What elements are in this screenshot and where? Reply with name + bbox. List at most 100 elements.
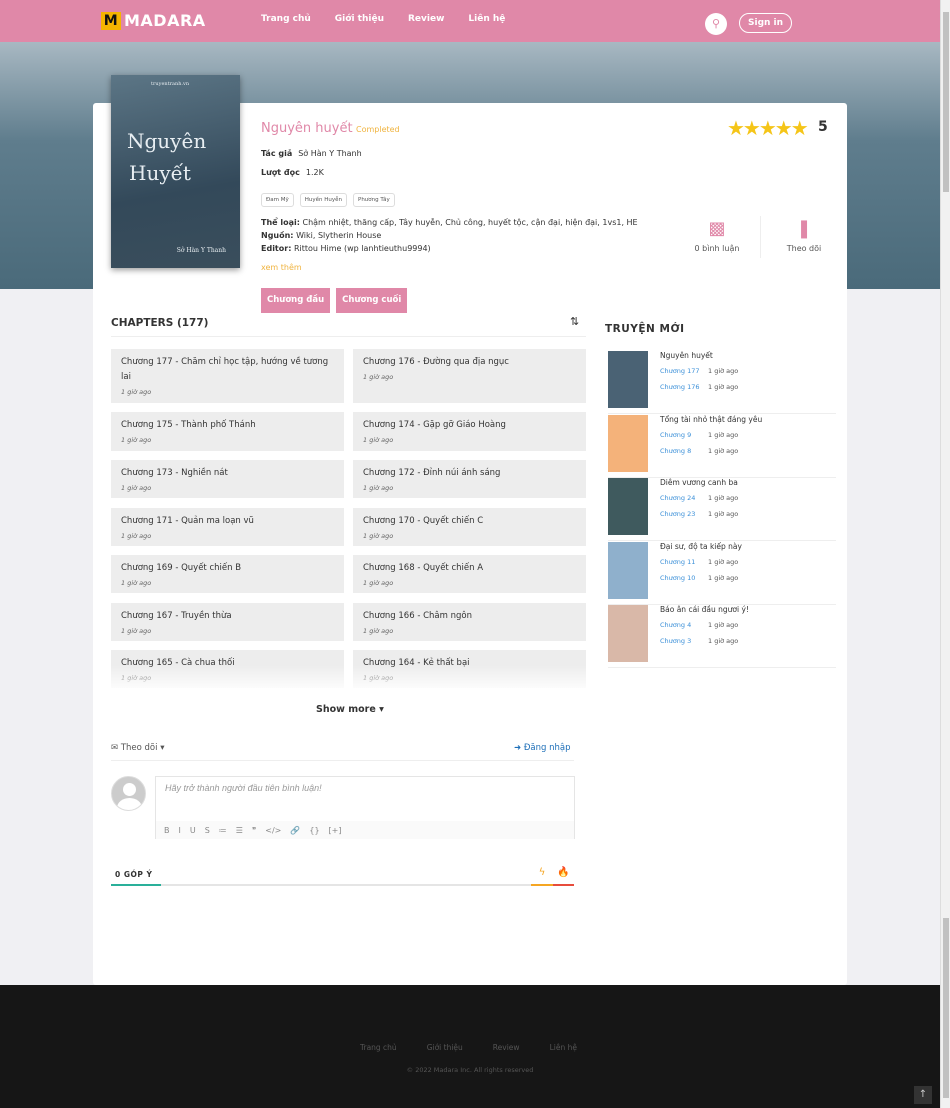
chapter-item[interactable]: Chương 177 - Chăm chỉ học tập, hướng về … <box>111 349 344 403</box>
thumbnail[interactable] <box>608 351 648 408</box>
toolbar-button[interactable]: {} <box>309 826 319 835</box>
back-to-top-button[interactable]: ↑ <box>914 1086 932 1104</box>
toolbar-button[interactable]: S <box>205 826 210 835</box>
chapter-item[interactable]: Chương 173 - Nghiền nát 1 giờ ago <box>111 460 344 498</box>
chapter-name[interactable]: Chương 172 - Đỉnh núi ánh sáng <box>363 466 576 481</box>
sign-in-button[interactable]: Sign in <box>739 13 793 33</box>
chapter-item[interactable]: Chương 174 - Gặp gỡ Giáo Hoàng 1 giờ ago <box>353 412 586 451</box>
chapter-item[interactable]: Chương 172 - Đỉnh núi ánh sáng 1 giờ ago <box>353 460 586 498</box>
toolbar-button[interactable]: U <box>190 826 196 835</box>
follow-button[interactable]: ❚ Theo dõi <box>769 218 839 253</box>
tag[interactable]: Đam Mỹ <box>261 193 294 207</box>
thumbnail[interactable] <box>608 478 648 535</box>
chapter-link[interactable]: Chương 11 <box>660 558 695 566</box>
search-icon[interactable]: ⚲ <box>705 13 727 35</box>
chapter-item[interactable]: Chương 168 - Quyết chiến A 1 giờ ago <box>353 555 586 593</box>
chapter-item[interactable]: Chương 175 - Thành phố Thánh 1 giờ ago <box>111 412 344 451</box>
chapter-name[interactable]: Chương 166 - Châm ngôn <box>363 609 576 624</box>
sidebar-item-title[interactable]: Đại sư, độ ta kiếp này <box>660 542 742 551</box>
chapter-link[interactable]: Chương 9 <box>660 431 691 439</box>
sidebar-item-title[interactable]: Tổng tài nhỏ thật đáng yêu <box>660 415 762 424</box>
chapter-name[interactable]: Chương 168 - Quyết chiến A <box>363 561 576 576</box>
footer-nav-contact[interactable]: Liên hệ <box>550 1043 577 1052</box>
chapter-date: 1 giờ ago <box>363 484 394 492</box>
chapter-name[interactable]: Chương 177 - Chăm chỉ học tập, hướng về … <box>121 355 334 385</box>
chapter-item[interactable]: Chương 167 - Truyền thừa 1 giờ ago <box>111 603 344 641</box>
toolbar-button[interactable]: ❞ <box>252 826 256 835</box>
follow-label: Theo dõi <box>786 244 822 253</box>
chapter-name[interactable]: Chương 173 - Nghiền nát <box>121 466 334 481</box>
chapter-link[interactable]: Chương 176 <box>660 383 699 391</box>
chapter-link[interactable]: Chương 3 <box>660 637 691 645</box>
comment-input[interactable] <box>165 783 555 793</box>
sidebar-item-title[interactable]: Báo ân cái đầu ngươi ý! <box>660 605 749 614</box>
bookmark-icon: ❚ <box>796 218 812 239</box>
first-chapter-button[interactable]: Chương đầu <box>261 288 331 313</box>
tag[interactable]: Phương Tây <box>353 193 395 207</box>
sidebar-item: Báo ân cái đầu ngươi ý! Chương 4 1 giờ ago… <box>608 604 836 668</box>
chapter-link[interactable]: Chương 24 <box>660 494 695 502</box>
scrollbar-thumb[interactable] <box>943 12 949 192</box>
chapter-name[interactable]: Chương 169 - Quyết chiến B <box>121 561 334 576</box>
envelope-icon: ✉ <box>111 743 119 753</box>
chapter-item[interactable]: Chương 176 - Đường qua địa ngục 1 giờ ago <box>353 349 586 403</box>
footer-nav-home[interactable]: Trang chủ <box>360 1043 397 1052</box>
comments-button[interactable]: ▩ 0 bình luận <box>682 218 752 253</box>
comment-editor: BIUS ≔ ☰ ❞ </> 🔗 {} [+] <box>155 776 575 839</box>
chapter-name[interactable]: Chương 175 - Thành phố Thánh <box>121 418 334 433</box>
chapter-link[interactable]: Chương 8 <box>660 447 691 455</box>
footer-nav-review[interactable]: Review <box>493 1043 520 1052</box>
logo-text: MADARA <box>124 11 206 30</box>
chapter-time: 1 giờ ago <box>708 430 739 439</box>
avatar <box>111 776 146 811</box>
login-link[interactable]: ➜ Đăng nhập <box>514 743 571 753</box>
toolbar-button[interactable]: ☰ <box>236 826 243 835</box>
read-more-link[interactable]: xem thêm <box>261 263 302 272</box>
toolbar-button[interactable]: I <box>179 826 181 835</box>
comment-count[interactable]: 0 GÓP Ý <box>115 870 152 879</box>
rating-stars[interactable]: ★★★★★ <box>727 116 809 140</box>
chapter-item[interactable]: Chương 166 - Châm ngôn 1 giờ ago <box>353 603 586 641</box>
chapter-link[interactable]: Chương 23 <box>660 510 695 518</box>
chapter-item[interactable]: Chương 169 - Quyết chiến B 1 giờ ago <box>111 555 344 593</box>
toolbar-button[interactable]: B <box>164 826 170 835</box>
author-value[interactable]: Sở Hàn Y Thanh <box>298 149 361 158</box>
chapter-link[interactable]: Chương 4 <box>660 621 691 629</box>
show-more-button[interactable]: Show more ▾ <box>316 704 384 715</box>
chapter-name[interactable]: Chương 174 - Gặp gỡ Giáo Hoàng <box>363 418 576 433</box>
chapter-item[interactable]: Chương 171 - Quản ma loạn vũ 1 giờ ago <box>111 508 344 546</box>
toolbar-button[interactable]: </> <box>265 826 281 835</box>
sidebar-item-title[interactable]: Nguyên huyết <box>660 351 713 360</box>
thumbnail[interactable] <box>608 605 648 662</box>
thumbnail[interactable] <box>608 414 648 472</box>
sidebar-item-title[interactable]: Diêm vương canh ba <box>660 478 738 487</box>
chapter-name[interactable]: Chương 170 - Quyết chiến C <box>363 514 576 529</box>
toolbar-button[interactable]: ≔ <box>219 826 227 835</box>
chapter-link[interactable]: Chương 177 <box>660 367 699 375</box>
comment-follow-dropdown[interactable]: ✉ Theo dõi ▾ <box>111 743 164 753</box>
nav-contact[interactable]: Liên hệ <box>468 14 505 24</box>
nav-home[interactable]: Trang chủ <box>261 14 311 24</box>
site-logo[interactable]: M MADARA <box>101 11 206 30</box>
scrollbar-thumb-secondary[interactable] <box>943 918 949 1098</box>
sort-icon[interactable]: ⇅ <box>570 315 579 328</box>
fire-icon[interactable]: 🔥 <box>553 867 574 886</box>
top-header: M MADARA Trang chủ Giới thiệu Review Liên… <box>0 0 940 42</box>
thumbnail[interactable] <box>608 541 648 599</box>
chapter-link[interactable]: Chương 10 <box>660 574 695 582</box>
footer-nav-about[interactable]: Giới thiệu <box>427 1043 463 1052</box>
toolbar-button[interactable]: 🔗 <box>290 826 300 835</box>
nav-about[interactable]: Giới thiệu <box>335 14 384 24</box>
chapter-name[interactable]: Chương 167 - Truyền thừa <box>121 609 334 624</box>
toolbar-button[interactable]: [+] <box>329 826 342 835</box>
status-badge: Completed <box>356 125 400 134</box>
bolt-icon[interactable]: ϟ <box>531 867 553 886</box>
last-chapter-button[interactable]: Chương cuối <box>336 288 408 313</box>
chapter-name[interactable]: Chương 171 - Quản ma loạn vũ <box>121 514 334 529</box>
tag[interactable]: Huyền Huyễn <box>299 193 347 207</box>
scrollbar[interactable] <box>940 0 950 1108</box>
nav-review[interactable]: Review <box>408 14 444 24</box>
chapter-item[interactable]: Chương 170 - Quyết chiến C 1 giờ ago <box>353 508 586 546</box>
chapter-time: 1 giờ ago <box>708 621 739 629</box>
chapter-name[interactable]: Chương 176 - Đường qua địa ngục <box>363 355 576 370</box>
